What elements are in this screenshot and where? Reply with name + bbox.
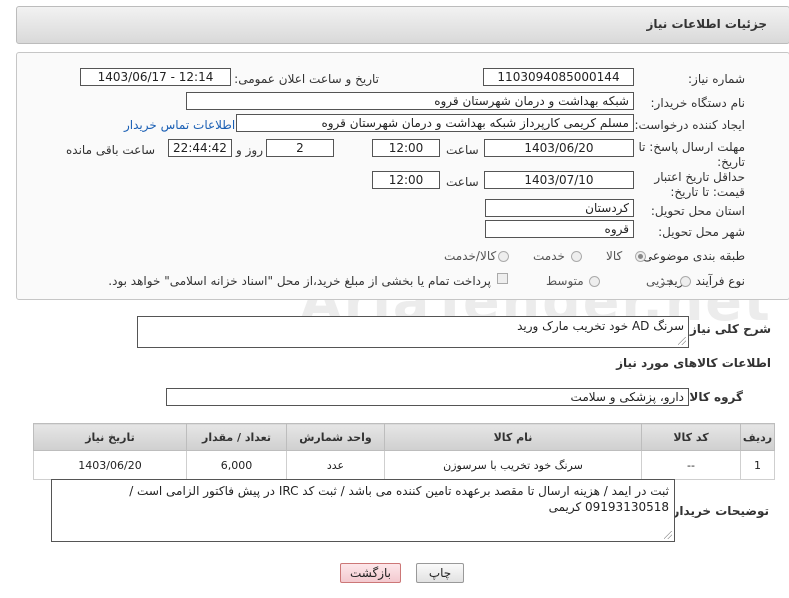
treasury-payment-note: پرداخت تمام یا بخشی از مبلغ خرید،از محل … [108, 274, 491, 288]
page-title: جزئیات اطلاعات نیاز [646, 17, 767, 31]
print-button[interactable]: چاپ [416, 563, 464, 583]
process-medium-radio[interactable] [589, 276, 600, 287]
table-row: 1 -- سرنگ خود تخریب با سرسوزن عدد 6,000 … [33, 450, 775, 480]
resize-handle-icon[interactable] [678, 337, 686, 345]
cell-need-date: 1403/06/20 [33, 450, 187, 480]
process-medium-label: متوسط [546, 274, 584, 288]
goods-table-header-row: ردیف کد کالا نام کالا واحد شمارش تعداد /… [33, 423, 775, 451]
cell-item-name: سرنگ خود تخریب با سرسوزن [384, 450, 642, 480]
back-button[interactable]: بازگشت [340, 563, 401, 583]
col-row-number: ردیف [740, 423, 775, 451]
page-header: جزئیات اطلاعات نیاز [16, 6, 789, 44]
remaining-time-field: 22:44:42 [168, 139, 232, 157]
process-minor-label: جزیی [646, 274, 674, 288]
category-label: طبقه بندی موضوعی: [638, 249, 745, 263]
goods-group-label: گروه کالا: [684, 390, 743, 404]
summary-label: شرح کلی نیاز: [685, 322, 771, 336]
goods-group-field: دارو، پزشکی و سلامت [166, 388, 689, 406]
announce-date-label: تاریخ و ساعت اعلان عمومی: [234, 72, 379, 86]
col-quantity: تعداد / مقدار [186, 423, 287, 451]
reply-deadline-time: 12:00 [372, 139, 440, 157]
province-label: استان محل تحویل: [650, 204, 745, 218]
price-validity-label: حداقل تاریخ اعتبار قیمت: تا تاریخ: [654, 170, 745, 199]
price-validity-time: 12:00 [372, 171, 440, 189]
goods-table: ردیف کد کالا نام کالا واحد شمارش تعداد /… [33, 423, 775, 480]
cell-row-number: 1 [740, 450, 775, 480]
announce-date-field: 1403/06/17 - 12:14 [80, 68, 231, 86]
city-label: شهر محل تحویل: [658, 225, 745, 239]
days-remaining-field: 2 [266, 139, 334, 157]
requester-field: مسلم کریمی کارپرداز شبکه بهداشت و درمان … [236, 114, 634, 132]
city-field: قروه [485, 220, 634, 238]
need-number-label: شماره نیاز: [688, 72, 745, 86]
treasury-payment-checkbox[interactable] [497, 273, 508, 284]
category-goods-service-label: کالا/خدمت [444, 249, 497, 263]
resize-handle-icon[interactable] [664, 531, 672, 539]
days-label: روز و [236, 143, 263, 157]
cell-item-code: -- [641, 450, 741, 480]
category-goods-radio[interactable] [635, 251, 646, 262]
category-service-label: خدمت [533, 249, 565, 263]
province-field: کردستان [485, 199, 634, 217]
validity-time-label: ساعت [446, 175, 479, 189]
requester-label: ایجاد کننده درخواست: [634, 118, 745, 132]
col-item-code: کد کالا [641, 423, 741, 451]
buyer-notes-label: توضیحات خریدار: [667, 504, 769, 518]
category-goods-service-radio[interactable] [498, 251, 509, 262]
reply-deadline-date: 1403/06/20 [484, 139, 634, 157]
category-service-radio[interactable] [571, 251, 582, 262]
summary-textarea: سرنگ AD خود تخریب مارک ورید [137, 316, 689, 348]
cell-quantity: 6,000 [186, 450, 287, 480]
buyer-notes-text: ثبت در ایمد / هزینه ارسال تا مقصد برعهده… [129, 484, 669, 514]
col-item-name: نام کالا [384, 423, 642, 451]
price-validity-date: 1403/07/10 [484, 171, 634, 189]
reply-deadline-label: مهلت ارسال پاسخ: تا تاریخ: [638, 140, 745, 169]
buyer-notes-textarea: ثبت در ایمد / هزینه ارسال تا مقصد برعهده… [51, 479, 675, 542]
col-unit: واحد شمارش [286, 423, 385, 451]
goods-section-title: اطلاعات کالاهای مورد نیاز [616, 356, 771, 370]
process-minor-radio[interactable] [680, 276, 691, 287]
buyer-org-label: نام دستگاه خریدار: [650, 96, 746, 110]
need-number-field: 1103094085000144 [483, 68, 634, 86]
reply-time-label: ساعت [446, 143, 479, 157]
col-need-date: تاریخ نیاز [33, 423, 187, 451]
buyer-contact-link[interactable]: اطلاعات تماس خریدار [124, 118, 235, 132]
cell-unit: عدد [286, 450, 385, 480]
summary-text: سرنگ AD خود تخریب مارک ورید [517, 319, 684, 333]
category-goods-label: کالا [606, 249, 623, 263]
buyer-org-field: شبکه بهداشت و درمان شهرستان قروه [186, 92, 634, 110]
remaining-time-label: ساعت باقی مانده [66, 143, 156, 157]
